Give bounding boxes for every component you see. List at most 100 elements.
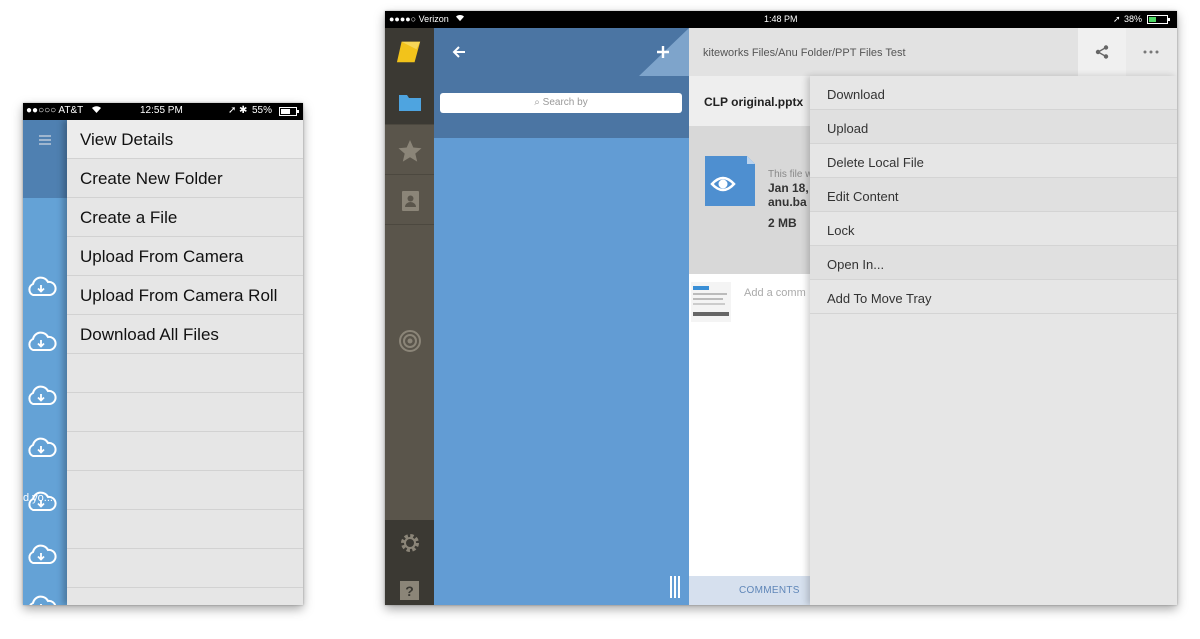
action-label: Upload	[827, 121, 869, 136]
action-label: Edit Content	[827, 189, 899, 204]
cloud-download-icon[interactable]	[25, 275, 57, 299]
comment-input[interactable]: Add a comm	[744, 287, 806, 299]
file-date: Jan 18,	[768, 181, 809, 195]
menu-item-label: Upload From Camera Roll	[80, 286, 278, 305]
file-info-line: This file w	[768, 169, 813, 180]
action-label: Delete Local File	[827, 155, 924, 170]
nav-rail: ?	[385, 28, 434, 605]
menu-item-upload-from-camera-roll[interactable]: Upload From Camera Roll	[67, 276, 303, 315]
folder-icon	[399, 95, 421, 111]
file-thumbnail[interactable]	[691, 282, 731, 322]
file-action-menu: Download Upload Delete Local File Edit C…	[810, 76, 1177, 605]
battery-percent: 55%	[252, 105, 273, 116]
carrier-label: ●●●●○ Verizon	[389, 14, 449, 24]
action-label: Download	[827, 87, 885, 102]
resize-handle-icon[interactable]	[669, 576, 681, 598]
search-input[interactable]: ⌕ Search by	[440, 93, 682, 113]
app-logo-icon	[396, 41, 421, 63]
divider	[385, 174, 434, 175]
contact-icon[interactable]	[397, 188, 423, 214]
file-name: CLP original.pptx	[704, 95, 804, 109]
empty-row	[67, 393, 303, 432]
action-upload[interactable]: Upload	[810, 110, 1177, 144]
list-header	[434, 28, 689, 76]
cloud-download-icon[interactable]	[25, 384, 57, 408]
search-placeholder: Search by	[542, 97, 588, 108]
menu-item-upload-from-camera[interactable]: Upload From Camera	[67, 237, 303, 276]
preview-eye-icon[interactable]	[705, 156, 755, 206]
location-icon: ➚	[1113, 14, 1121, 24]
more-icon	[1143, 50, 1159, 54]
detail-header: kiteworks Files/Anu Folder/PPT Files Tes…	[689, 28, 1177, 76]
empty-row	[67, 510, 303, 549]
battery-percent: 38%	[1124, 14, 1143, 24]
gear-icon[interactable]	[397, 530, 423, 556]
carrier-label: ●●○○○ AT&T	[26, 105, 84, 116]
list-header	[23, 120, 67, 198]
menu-item-label: Create New Folder	[80, 169, 223, 188]
action-lock[interactable]: Lock	[810, 212, 1177, 246]
menu-item-label: Create a File	[80, 208, 178, 227]
share-button[interactable]	[1078, 28, 1126, 76]
file-list-pane: ⌕ Search by	[434, 28, 689, 605]
action-add-to-move-tray[interactable]: Add To Move Tray	[810, 280, 1177, 314]
file-owner: anu.ba	[768, 195, 807, 209]
menu-item-label: Download All Files	[80, 325, 219, 344]
action-open-in[interactable]: Open In...	[810, 246, 1177, 280]
help-icon[interactable]: ?	[397, 578, 423, 604]
divider	[385, 224, 434, 225]
cloud-download-icon[interactable]	[25, 543, 57, 567]
cloud-download-icon[interactable]	[25, 436, 57, 460]
tablet-screen: ●●●●○ Verizon 1:48 PM ➚ 38% ? ⌕ Search b…	[385, 11, 1177, 605]
search-icon: ⌕	[534, 97, 540, 108]
action-label: Open In...	[827, 257, 885, 272]
phone-status-bar: ●●○○○ AT&T 12:55 PM ➚ ✱ 55%	[23, 103, 303, 120]
file-size: 2 MB	[768, 216, 797, 230]
more-button[interactable]	[1126, 28, 1177, 76]
menu-item-create-new-folder[interactable]: Create New Folder	[67, 159, 303, 198]
logo-box	[385, 28, 434, 76]
clock-label: 1:48 PM	[764, 14, 798, 24]
rail-bottom: ?	[385, 520, 434, 605]
breadcrumb: kiteworks Files/Anu Folder/PPT Files Tes…	[703, 47, 906, 59]
menu-item-label: Upload From Camera	[80, 247, 244, 266]
divider	[385, 124, 434, 125]
file-list-strip: d yo...	[23, 120, 67, 605]
phone-screen: ●●○○○ AT&T 12:55 PM ➚ ✱ 55% d yo... View…	[23, 103, 303, 605]
empty-row	[67, 549, 303, 588]
star-icon[interactable]	[397, 138, 423, 164]
target-icon[interactable]	[397, 328, 423, 354]
tab-comments[interactable]: COMMENTS	[739, 585, 800, 596]
clock-label: 12:55 PM	[140, 105, 183, 116]
nav-files[interactable]	[385, 76, 434, 124]
empty-row	[67, 432, 303, 471]
tablet-status-bar: ●●●●○ Verizon 1:48 PM ➚ 38%	[385, 11, 1177, 28]
battery-icon	[279, 107, 299, 119]
phone-action-menu: View Details Create New Folder Create a …	[67, 120, 303, 605]
cloud-download-icon[interactable]	[25, 330, 57, 354]
search-area: ⌕ Search by	[434, 76, 689, 138]
action-download[interactable]: Download	[810, 76, 1177, 110]
hamburger-icon[interactable]	[39, 135, 51, 145]
back-arrow-icon[interactable]	[452, 45, 466, 59]
action-edit-content[interactable]: Edit Content	[810, 178, 1177, 212]
cloud-download-icon[interactable]	[25, 594, 57, 605]
action-label: Add To Move Tray	[827, 291, 932, 306]
wifi-icon	[91, 105, 102, 117]
empty-row	[67, 471, 303, 510]
empty-row	[67, 354, 303, 393]
menu-item-view-details[interactable]: View Details	[67, 120, 303, 159]
menu-item-label: View Details	[80, 130, 174, 149]
action-label: Lock	[827, 223, 855, 238]
action-delete-local-file[interactable]: Delete Local File	[810, 144, 1177, 178]
svg-text:?: ?	[405, 583, 414, 599]
menu-item-download-all-files[interactable]: Download All Files	[67, 315, 303, 354]
wifi-icon	[455, 14, 465, 24]
menu-item-create-file[interactable]: Create a File	[67, 198, 303, 237]
bluetooth-icon: ✱	[239, 105, 248, 116]
share-icon	[1095, 45, 1109, 59]
add-icon[interactable]	[656, 45, 670, 59]
location-icon: ➚	[228, 105, 237, 116]
battery-icon	[1147, 15, 1171, 26]
cloud-download-icon[interactable]	[25, 490, 57, 514]
